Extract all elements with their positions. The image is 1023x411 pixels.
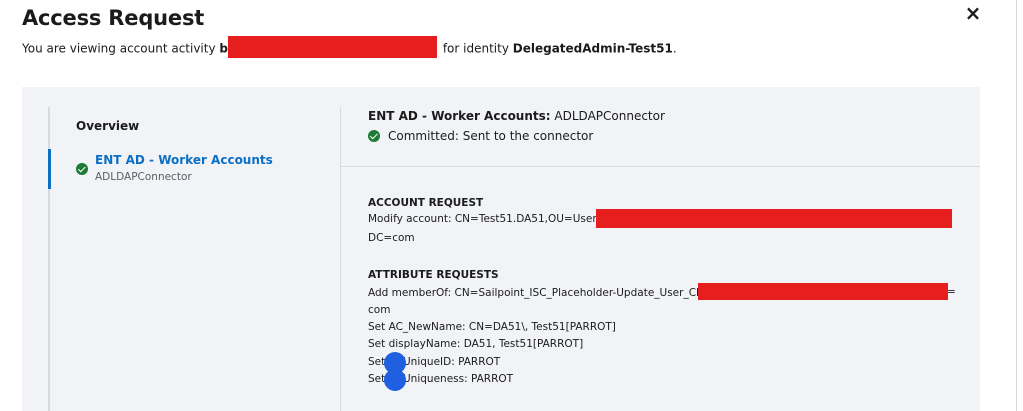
close-button[interactable]: × — [962, 1, 984, 25]
attribute-request-line: Set AC_NewName: CN=DA51\, Test51[PARROT] — [368, 321, 616, 333]
close-icon: × — [964, 1, 982, 25]
redaction-blob — [384, 369, 406, 391]
subtitle-mid: for identity — [442, 41, 509, 56]
identity-name: DelegatedAdmin-Test51 — [512, 41, 673, 56]
sidebar-item-overview[interactable]: Overview — [76, 119, 139, 133]
status-line: Committed: Sent to the connector — [368, 129, 593, 143]
detail-heading-source: ENT AD - Worker Accounts: — [368, 109, 551, 123]
account-request-label: ACCOUNT REQUEST — [368, 197, 484, 209]
request-panel: Overview ENT AD - Worker Accounts ADLDAP… — [22, 87, 980, 411]
panel-divider-vertical — [340, 107, 341, 411]
sidebar-item-ent-ad-worker-accounts[interactable]: ENT AD - Worker Accounts ADLDAPConnector — [48, 149, 338, 189]
attribute-request-line: Add memberOf: CN=Sailpoint_ISC_Placehold… — [368, 287, 724, 299]
check-circle-icon — [76, 163, 88, 175]
page-subtitle: You are viewing account activity b for i… — [22, 36, 677, 58]
attribute-request-line: UniqueID: PARROT — [403, 356, 501, 368]
attribute-request-line: Uniqueness: PARROT — [403, 373, 514, 385]
subtitle-partial-account: b — [219, 41, 228, 56]
active-indicator — [48, 149, 51, 189]
redaction-box — [596, 209, 952, 228]
subtitle-prefix: You are viewing account activity — [22, 41, 216, 56]
attribute-request-line: Set displayName: DA51, Test51[PARROT] — [368, 338, 584, 350]
detail-heading-connector: ADLDAPConnector — [554, 109, 665, 123]
attribute-request-line: Set — [368, 373, 386, 385]
attribute-request-line: Set — [368, 356, 386, 368]
account-request-line: Modify account: CN=Test51.DA51,OU=Users,… — [368, 213, 622, 225]
attribute-request-line: = — [947, 286, 956, 298]
attribute-requests-label: ATTRIBUTE REQUESTS — [368, 269, 499, 281]
check-circle-icon — [368, 130, 380, 142]
subtitle-suffix: . — [672, 41, 677, 56]
attribute-request-line: com — [368, 304, 391, 316]
redaction-box — [228, 36, 437, 58]
redaction-box — [698, 283, 948, 300]
account-request-line: DC=com — [368, 232, 415, 244]
sidebar-item-sublabel: ADLDAPConnector — [95, 171, 192, 183]
panel-divider-horizontal — [341, 166, 980, 167]
detail-heading: ENT AD - Worker Accounts: ADLDAPConnecto… — [368, 109, 665, 123]
status-text: Committed: Sent to the connector — [388, 129, 594, 143]
scrollbar[interactable] — [1016, 0, 1017, 411]
sidebar-item-label: ENT AD - Worker Accounts — [95, 153, 273, 167]
page-title: Access Request — [22, 6, 205, 30]
